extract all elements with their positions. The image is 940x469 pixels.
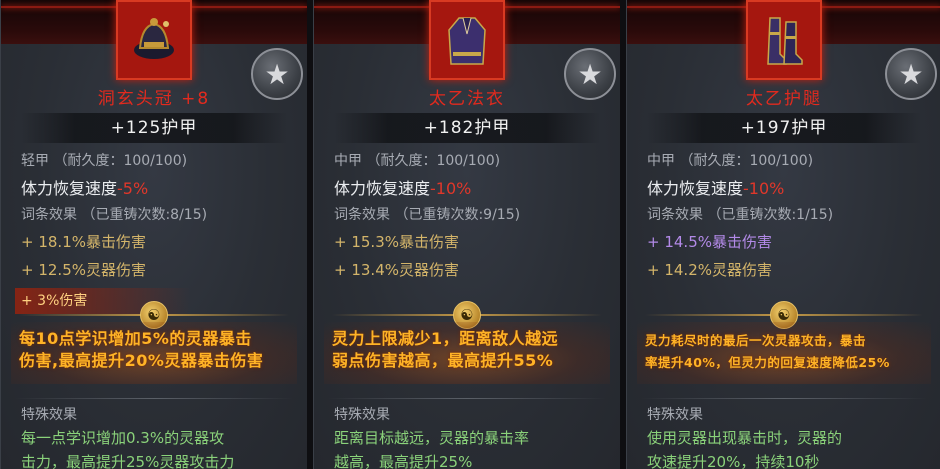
affix-stat: + 13.4%灵器伤害 (334, 261, 459, 279)
item-icon-frame[interactable] (746, 0, 822, 80)
affix-stat: + 15.3%暴击伤害 (334, 233, 459, 251)
stamina-line: 体力恢复速度-10% (334, 175, 471, 199)
boots-icon (767, 17, 803, 65)
affix-stat: + 18.1%暴击伤害 (21, 233, 146, 251)
affix-header: 词条效果 （已重铸次数:8/15) (21, 207, 208, 223)
divider (15, 398, 293, 399)
stamina-value: -5% (117, 179, 149, 198)
armor-type-line: 中甲 （耐久度：100/100) (647, 153, 814, 169)
item-icon-frame[interactable] (116, 0, 192, 80)
equipment-card-legs: ★ 太乙护腿 +197护甲 中甲 （耐久度：100/100) 体力恢复速度-10… (626, 0, 940, 469)
stamina-value: -10% (743, 179, 785, 198)
affix-stat: + 14.5%暴击伤害 (647, 233, 772, 251)
item-name: 洞玄头冠 +8 (97, 89, 211, 109)
special-line: 击力，最高提升25%灵器攻击力 (21, 453, 235, 469)
armor-value: +197护甲 (647, 113, 921, 143)
armor-type-line: 轻甲 （耐久度：100/100) (21, 153, 188, 169)
stamina-label: 体力恢复速度 (21, 179, 118, 198)
special-effect: 每一点学识增加0.3%的灵器攻 击力，最高提升25%灵器攻击力 (21, 426, 295, 469)
special-effect: 使用灵器出现暴击时，灵器的 攻速提升20%，持续10秒 (647, 426, 929, 469)
stamina-label: 体力恢复速度 (334, 179, 431, 198)
affix-header: 词条效果 （已重铸次数:9/15) (334, 207, 521, 223)
legend-effect: 灵力耗尽时的最后一次灵器攻击，暴击 率提升40%，但灵力的回复速度降低25% (645, 330, 931, 374)
armor-type-line: 中甲 （耐久度：100/100) (334, 153, 501, 169)
item-name: 太乙法衣 (429, 89, 505, 109)
stamina-label: 体力恢复速度 (647, 179, 744, 198)
hat-icon (134, 18, 174, 59)
legend-line: 灵力上限减少1，距离敌人越远 (332, 329, 559, 348)
special-line: 使用灵器出现暴击时，灵器的 (647, 429, 843, 447)
legend-effect: 灵力上限减少1，距离敌人越远 弱点伤害越高，最高提升55% (332, 328, 610, 372)
equipment-card-head: ★ 洞玄头冠 +8 +125护甲 轻甲 （耐久度：100/100) 体力恢复速度… (0, 0, 308, 469)
legend-effect: 每10点学识增加5%的灵器暴击 伤害,最高提升20%灵器暴击伤害 (19, 328, 297, 372)
special-title: 特殊效果 (334, 407, 390, 423)
stamina-value: -10% (430, 179, 472, 198)
robe-icon (448, 17, 486, 65)
legend-line: 弱点伤害越高，最高提升55% (332, 351, 554, 370)
special-line: 攻速提升20%，持续10秒 (647, 453, 820, 469)
legend-line: 率提升40%，但灵力的回复速度降低25% (645, 355, 890, 370)
stamina-line: 体力恢复速度-5% (21, 175, 148, 199)
armor-value: +182护甲 (334, 113, 600, 143)
special-effect: 距离目标越远，灵器的暴击率 越高，最高提升25% (334, 426, 608, 469)
special-title: 特殊效果 (647, 407, 703, 423)
special-title: 特殊效果 (21, 407, 77, 423)
stamina-line: 体力恢复速度-10% (647, 175, 784, 199)
legend-line: 每10点学识增加5%的灵器暴击 (19, 329, 252, 348)
affix-header: 词条效果 （已重铸次数:1/15) (647, 207, 834, 223)
divider (328, 398, 606, 399)
special-line: 距离目标越远，灵器的暴击率 (334, 429, 530, 447)
divider (641, 398, 927, 399)
item-icon-frame[interactable] (429, 0, 505, 80)
affix-stat: + 14.2%灵器伤害 (647, 261, 772, 279)
legend-line: 灵力耗尽时的最后一次灵器攻击，暴击 (645, 333, 867, 348)
equipment-card-chest: ★ 太乙法衣 +182护甲 中甲 （耐久度：100/100) 体力恢复速度-10… (313, 0, 621, 469)
armor-value: +125护甲 (21, 113, 287, 143)
special-line: 每一点学识增加0.3%的灵器攻 (21, 429, 225, 447)
special-line: 越高，最高提升25% (334, 453, 473, 469)
legend-line: 伤害,最高提升20%灵器暴击伤害 (19, 351, 264, 370)
affix-stat: + 12.5%灵器伤害 (21, 261, 146, 279)
item-name: 太乙护腿 (746, 89, 822, 109)
